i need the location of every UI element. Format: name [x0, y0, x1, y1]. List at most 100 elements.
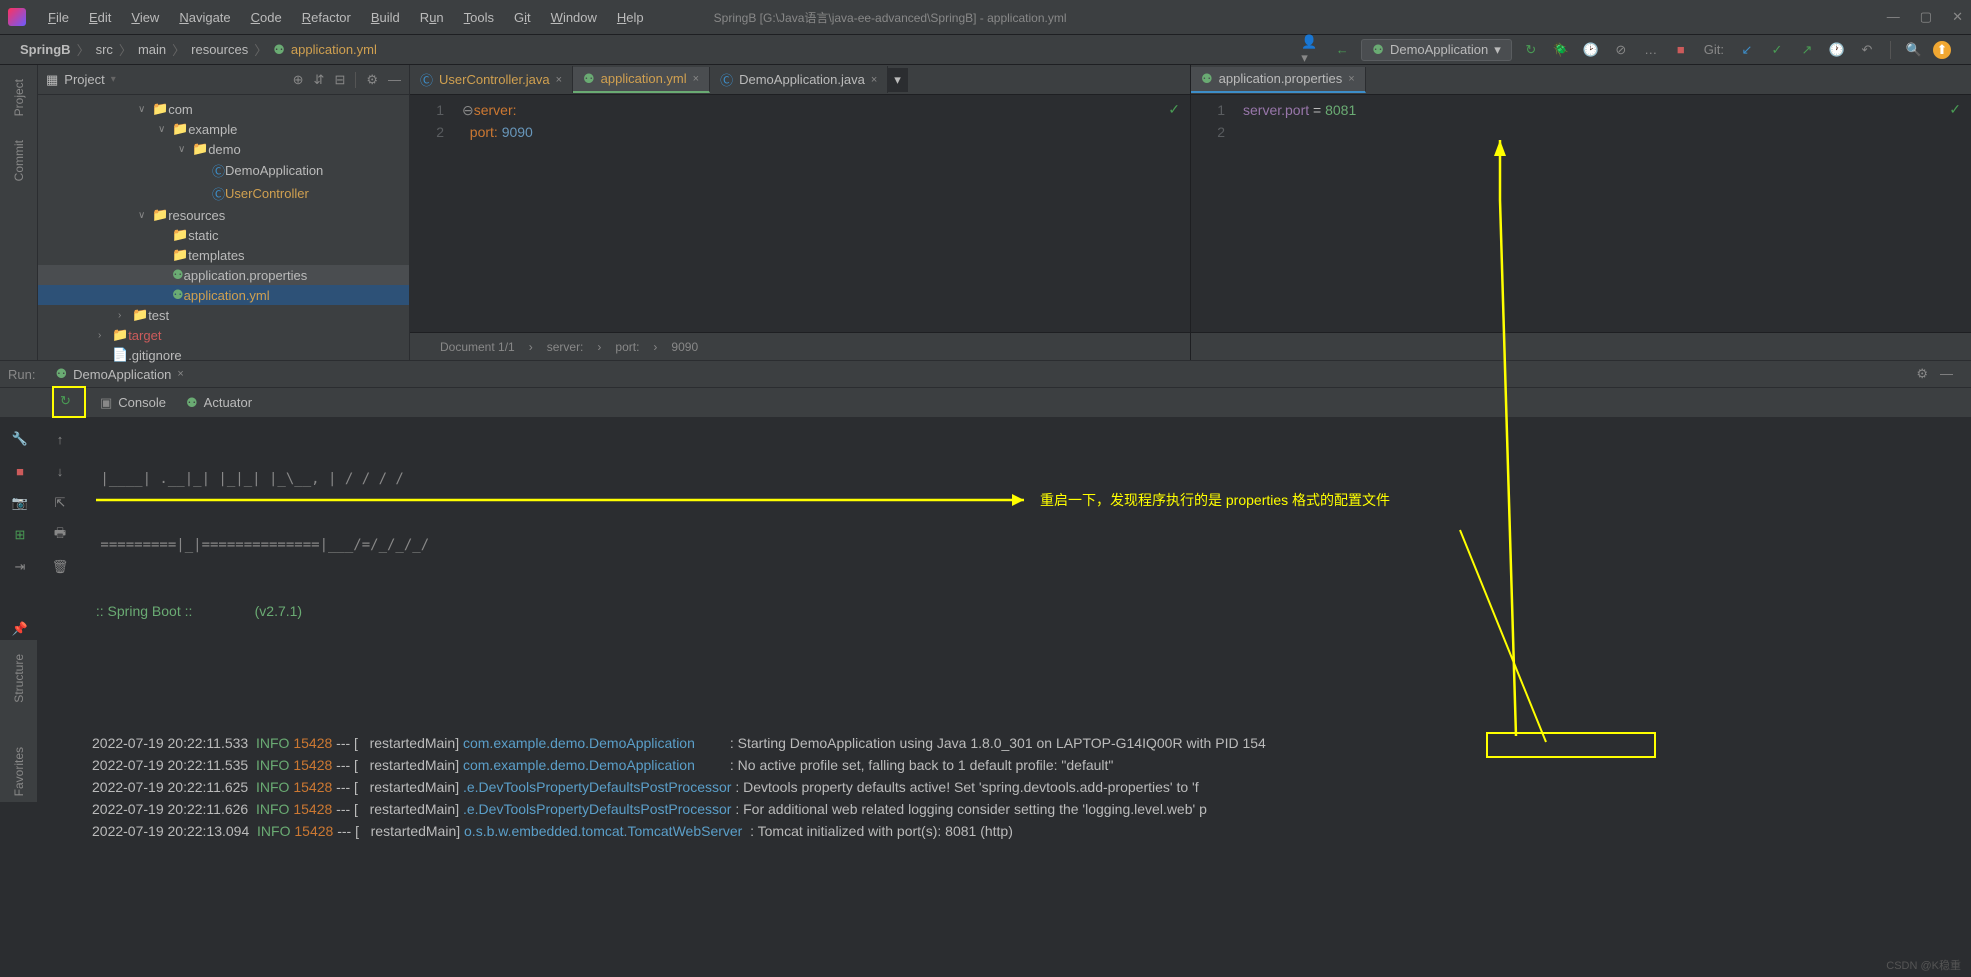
rerun-icon[interactable]: ↻	[60, 393, 71, 409]
attach-icon[interactable]: …	[1640, 39, 1662, 61]
checkmark-icon[interactable]: ✓	[1168, 101, 1180, 118]
tree-templates[interactable]: 📁 templates	[38, 245, 409, 265]
menu-refactor[interactable]: Refactor	[292, 10, 361, 25]
editor-breadcrumb[interactable]: Document 1/1› server:› port:› 9090	[410, 332, 1190, 360]
maximize-button[interactable]: ▢	[1920, 9, 1932, 25]
run-tab-demoapp[interactable]: ⚉ DemoApplication ×	[45, 364, 193, 384]
run-config-dropdown[interactable]: ⚉ DemoApplication ▾	[1361, 39, 1511, 61]
project-panel-title[interactable]: Project	[64, 72, 104, 87]
minimize-button[interactable]: —	[1887, 9, 1900, 25]
properties-code[interactable]: server.port = 8081	[1235, 95, 1971, 332]
class-icon: Ⓒ	[212, 184, 225, 203]
project-tool-tab[interactable]: Project	[12, 73, 26, 122]
menu-git[interactable]: Git	[504, 10, 541, 25]
rerun-icon[interactable]: ↻	[1520, 39, 1542, 61]
tab-usercontroller[interactable]: ⒸUserController.java×	[410, 66, 573, 93]
profiler-icon[interactable]: ⊘	[1610, 39, 1632, 61]
tree-demo[interactable]: ∨📁 demo	[38, 139, 409, 159]
project-dropdown-icon[interactable]: ▾	[111, 74, 116, 85]
breadcrumb-file[interactable]: application.yml	[291, 42, 377, 57]
ide-settings-icon[interactable]: ⬆	[1933, 41, 1951, 59]
breadcrumb[interactable]: SpringB 〉src 〉main 〉resources 〉⚉ applica…	[20, 40, 377, 59]
layout-icon[interactable]: ⊞	[9, 524, 31, 546]
tab-overflow[interactable]: ▾	[888, 68, 908, 92]
hide-icon[interactable]: —	[388, 72, 401, 88]
close-button[interactable]: ✕	[1952, 9, 1963, 25]
tab-application-yml[interactable]: ⚉application.yml×	[573, 67, 710, 93]
menu-code[interactable]: Code	[241, 10, 292, 25]
console-output[interactable]: |____| .__|_| |_|_| |_\__, | / / / / ===…	[80, 418, 1971, 848]
tree-props[interactable]: ⚉ application.properties	[38, 265, 409, 285]
menu-edit[interactable]: Edit	[79, 10, 121, 25]
commit-tool-tab[interactable]: Commit	[12, 134, 26, 187]
back-arrow-icon[interactable]: ←	[1331, 39, 1353, 61]
project-tree[interactable]: ∨📁 com ∨📁 example ∨📁 demo Ⓒ DemoApplicat…	[38, 95, 409, 369]
camera-icon[interactable]: 📷	[9, 492, 31, 514]
close-icon[interactable]: ×	[871, 74, 877, 86]
breadcrumb-main[interactable]: main	[138, 42, 166, 57]
user-icon[interactable]: 👤▾	[1301, 39, 1323, 61]
run-hide-icon[interactable]: —	[1940, 366, 1953, 382]
collapse-icon[interactable]: ⊟	[334, 72, 345, 88]
tree-userctrl[interactable]: Ⓒ UserController	[38, 182, 409, 205]
settings-gear-icon[interactable]: ⚙	[366, 72, 378, 88]
actuator-tab[interactable]: ⚉Actuator	[186, 395, 252, 411]
yml-code[interactable]: ⊖server: port: 9090	[454, 95, 1190, 332]
close-icon[interactable]: ×	[1348, 73, 1354, 85]
breadcrumb-src[interactable]: src	[96, 42, 113, 57]
trash-icon[interactable]: 🗑	[49, 556, 71, 578]
git-push-icon[interactable]: ↗	[1796, 39, 1818, 61]
tree-yml[interactable]: ⚉ application.yml	[38, 285, 409, 305]
stop-icon[interactable]: ■	[9, 460, 31, 482]
search-icon[interactable]: 🔍	[1903, 39, 1925, 61]
menu-navigate[interactable]: Navigate	[169, 10, 240, 25]
tree-gitignore[interactable]: 📄 .gitignore	[38, 345, 409, 365]
menu-view[interactable]: View	[121, 10, 169, 25]
favorites-tool-tab[interactable]: Favorites	[12, 741, 26, 802]
close-icon[interactable]: ×	[177, 368, 183, 380]
checkmark-icon[interactable]: ✓	[1949, 101, 1961, 118]
menu-tools[interactable]: Tools	[454, 10, 504, 25]
down-icon[interactable]: ↓	[49, 460, 71, 482]
annotation-text: 重启一下，发现程序执行的是 properties 格式的配置文件	[1040, 490, 1390, 510]
wrench-icon[interactable]: 🔧	[9, 428, 31, 450]
run-settings-icon[interactable]: ⚙	[1916, 366, 1928, 382]
tree-test[interactable]: ›📁 test	[38, 305, 409, 325]
menu-help[interactable]: Help	[607, 10, 654, 25]
tab-demoapplication[interactable]: ⒸDemoApplication.java×	[710, 66, 888, 93]
tree-resources[interactable]: ∨📁 resources	[38, 205, 409, 225]
stop-button[interactable]: ■	[1670, 39, 1692, 61]
tree-demoapp[interactable]: Ⓒ DemoApplication	[38, 159, 409, 182]
git-commit-icon[interactable]: ✓	[1766, 39, 1788, 61]
breadcrumb-project[interactable]: SpringB	[20, 42, 71, 57]
menu-window[interactable]: Window	[541, 10, 607, 25]
git-rollback-icon[interactable]: ↶	[1856, 39, 1878, 61]
close-icon[interactable]: ×	[693, 73, 699, 85]
up-icon[interactable]: ↑	[49, 428, 71, 450]
menu-build[interactable]: Build	[361, 10, 410, 25]
git-label: Git:	[1704, 42, 1724, 57]
exit-icon[interactable]: ⇥	[9, 556, 31, 578]
debug-icon[interactable]: 🪲	[1550, 39, 1572, 61]
print-icon[interactable]: 🖶	[49, 524, 71, 546]
expand-icon[interactable]: ⇵	[314, 72, 325, 88]
breadcrumb-resources[interactable]: resources	[191, 42, 248, 57]
tree-com[interactable]: ∨📁 com	[38, 99, 409, 119]
close-icon[interactable]: ×	[556, 74, 562, 86]
locate-icon[interactable]: ⊕	[293, 72, 304, 88]
main-area: Project Commit ▦ Project ▾ ⊕ ⇵ ⊟ ⚙ — ∨📁 …	[0, 65, 1971, 360]
coverage-icon[interactable]: 🕑	[1580, 39, 1602, 61]
git-pull-icon[interactable]: ↙	[1736, 39, 1758, 61]
tree-example[interactable]: ∨📁 example	[38, 119, 409, 139]
tab-application-properties[interactable]: ⚉application.properties×	[1191, 67, 1366, 93]
menu-file[interactable]: File	[38, 10, 79, 25]
dump-icon[interactable]: 📌	[9, 618, 31, 640]
tree-static[interactable]: 📁 static	[38, 225, 409, 245]
export-icon[interactable]: ⇱	[49, 492, 71, 514]
console-tab[interactable]: ▣Console	[100, 395, 166, 411]
tree-target[interactable]: ›📁 target	[38, 325, 409, 345]
git-history-icon[interactable]: 🕐	[1826, 39, 1848, 61]
structure-tool-tab[interactable]: Structure	[12, 648, 26, 709]
menu-run[interactable]: Run	[410, 10, 454, 25]
project-scope-icon: ▦	[46, 72, 58, 88]
